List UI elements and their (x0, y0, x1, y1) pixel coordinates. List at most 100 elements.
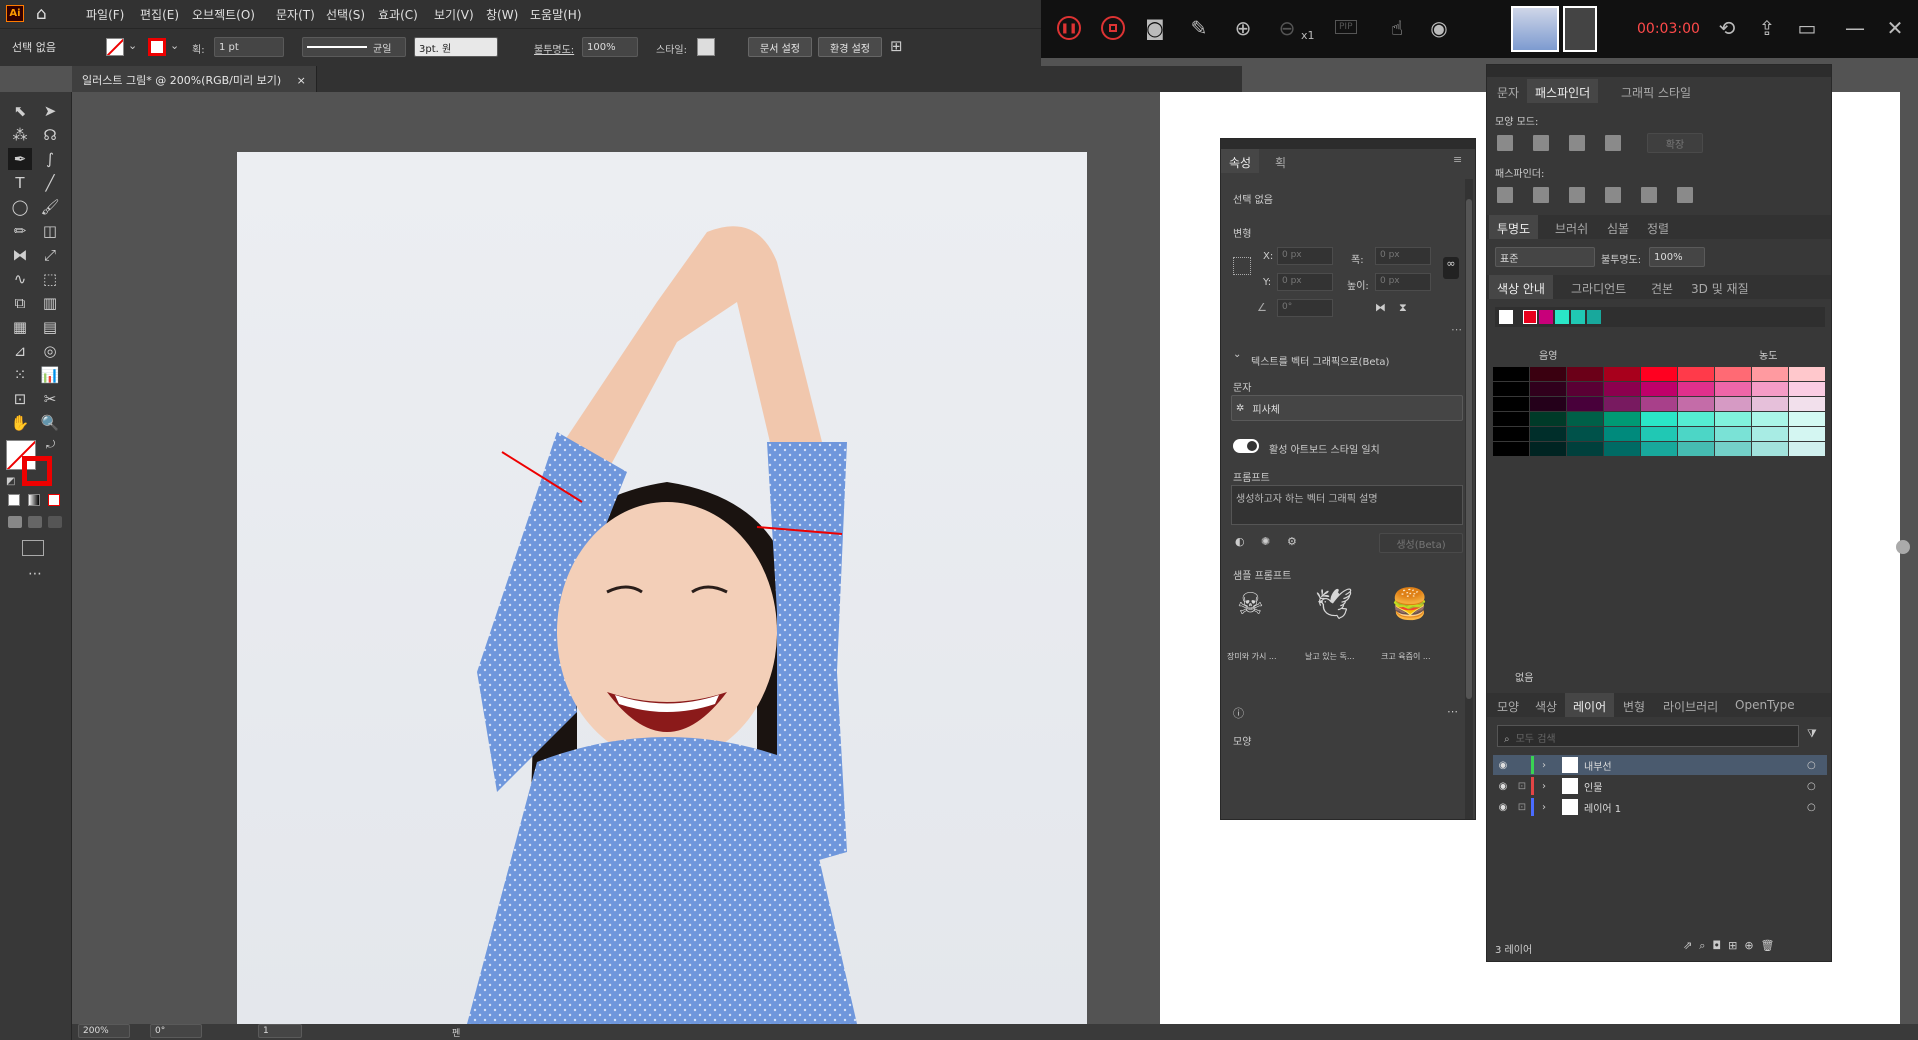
layer-row[interactable]: ◉ › 내부선 ○ (1493, 755, 1827, 775)
tab-graphic-styles[interactable]: 그래픽 스타일 (1613, 79, 1699, 103)
color-guide-swatch[interactable] (1567, 367, 1603, 381)
clip-mask-icon[interactable]: ◘ (1712, 939, 1721, 952)
target-icon[interactable]: ○ (1807, 760, 1827, 771)
width-field[interactable]: 0 px (1375, 247, 1431, 265)
color-guide-swatch[interactable] (1493, 442, 1529, 456)
color-guide-swatch[interactable] (1789, 427, 1825, 441)
color-guide-swatch[interactable] (1493, 427, 1529, 441)
reference-point-icon[interactable] (1233, 257, 1251, 275)
graph-tool-icon[interactable]: 📊 (38, 364, 62, 386)
color-guide-swatch[interactable] (1641, 397, 1677, 411)
color-guide-swatch[interactable] (1567, 412, 1603, 426)
menu-item[interactable]: 문자(T) (276, 6, 315, 23)
menu-item[interactable]: 선택(S) (326, 6, 365, 23)
color-guide-swatch[interactable] (1604, 442, 1640, 456)
loop-icon[interactable]: ⟲ (1713, 14, 1741, 42)
fill-swatch[interactable] (106, 38, 124, 56)
more-options-icon[interactable]: ⋯ (1451, 323, 1462, 336)
burger-sample-icon[interactable]: 🍔 (1391, 587, 1428, 622)
color-guide-swatch[interactable] (1604, 412, 1640, 426)
color-guide-swatch[interactable] (1641, 367, 1677, 381)
unite-icon[interactable] (1497, 135, 1513, 151)
crop-icon[interactable] (1605, 187, 1621, 203)
type-select[interactable]: ✲ 피사체 (1231, 395, 1463, 421)
gradient-tool-icon[interactable]: ▤ (38, 316, 62, 338)
tab-3d-materials[interactable]: 3D 및 재질 (1683, 275, 1757, 299)
swap-colors-icon[interactable]: ⤾ (46, 438, 55, 452)
tab-libraries[interactable]: 라이브러리 (1655, 693, 1726, 717)
color-guide-swatch[interactable] (1530, 367, 1566, 381)
webcam-preview[interactable] (1511, 6, 1559, 52)
menu-item[interactable]: 효과(C) (378, 6, 418, 23)
gradient-mode-icon[interactable] (28, 494, 40, 506)
tab-symbols[interactable]: 심볼 (1599, 215, 1637, 239)
export-icon[interactable]: ⇗ (1683, 939, 1692, 952)
color-guide-swatch[interactable] (1715, 382, 1751, 396)
mouse-effect-icon[interactable]: ☝ (1383, 14, 1411, 42)
color-guide-swatch[interactable] (1789, 412, 1825, 426)
color-guide-swatch[interactable] (1604, 382, 1640, 396)
lock-icon[interactable]: ⊡ (1513, 802, 1531, 813)
color-guide-swatch[interactable] (1678, 367, 1714, 381)
color-guide-swatch[interactable] (1493, 367, 1529, 381)
info-icon[interactable]: ⓘ (1233, 705, 1244, 721)
color-guide-swatch[interactable] (1567, 397, 1603, 411)
blend-tool-icon[interactable]: ◎ (38, 340, 62, 362)
close-tab-icon[interactable]: × (297, 74, 306, 87)
artboard[interactable] (237, 152, 1087, 1024)
camera-icon[interactable]: ◙ (1141, 14, 1169, 42)
hand-tool-icon[interactable]: ✋ (8, 412, 32, 434)
match-style-toggle[interactable] (1233, 439, 1259, 453)
tab-pathfinder[interactable]: 패스파인더 (1527, 79, 1599, 103)
tab-character[interactable]: 문자 (1489, 79, 1527, 103)
target-icon[interactable]: ○ (1807, 802, 1827, 813)
tab-swatches[interactable]: 견본 (1643, 275, 1681, 299)
close-icon[interactable]: ✕ (1881, 14, 1909, 42)
settings-icon[interactable]: ⚙ (1287, 535, 1297, 548)
tab-layers[interactable]: 레이어 (1565, 693, 1615, 717)
more-tools-icon[interactable]: ⋯ (28, 566, 42, 582)
new-sublayer-icon[interactable]: ⊞ (1728, 939, 1737, 952)
type-tool-icon[interactable]: T (8, 172, 32, 194)
menu-item[interactable]: 보기(V) (434, 6, 474, 23)
harmony-bar[interactable] (1495, 307, 1825, 327)
scale-tool-icon[interactable]: ⤢ (38, 244, 62, 266)
outline-icon[interactable] (1641, 187, 1657, 203)
layer-row[interactable]: ◉ ⊡ › 인물 ○ (1493, 776, 1827, 796)
color-guide-swatch[interactable] (1678, 397, 1714, 411)
color-guide-swatch[interactable] (1530, 427, 1566, 441)
color-guide-swatch[interactable] (1789, 397, 1825, 411)
color-guide-swatch[interactable] (1641, 412, 1677, 426)
fill-dropdown-icon[interactable]: ⌄ (128, 39, 137, 52)
style-picker-icon[interactable]: ◐ (1235, 535, 1245, 548)
harmony-swatch[interactable] (1523, 310, 1537, 324)
color-guide-swatch[interactable] (1493, 412, 1529, 426)
color-guide-swatch[interactable] (1752, 367, 1788, 381)
color-guide-swatch[interactable] (1530, 397, 1566, 411)
document-setup-button[interactable]: 문서 설정 (748, 37, 812, 57)
symbol-sprayer-icon[interactable]: ⁙ (8, 364, 32, 386)
slice-tool-icon[interactable]: ✂ (38, 388, 62, 410)
tab-properties[interactable]: 속성 (1221, 149, 1260, 173)
chevron-right-icon[interactable]: › (1542, 802, 1556, 813)
minus-front-icon[interactable] (1533, 135, 1549, 151)
panel-menu-icon[interactable]: ≡ (1453, 153, 1462, 166)
color-guide-swatch[interactable] (1641, 442, 1677, 456)
stroke-profile[interactable]: 균일 (302, 37, 406, 57)
zoom-select[interactable]: 200% (78, 1024, 130, 1038)
color-guide-swatch[interactable] (1530, 412, 1566, 426)
tab-transform[interactable]: 변형 (1615, 693, 1653, 717)
color-guide-swatch[interactable] (1715, 367, 1751, 381)
stop-icon[interactable] (1101, 16, 1125, 40)
style-swatch[interactable] (697, 38, 715, 56)
x-field[interactable]: 0 px (1277, 247, 1333, 265)
tab-brushes[interactable]: 브러쉬 (1547, 215, 1596, 239)
color-guide-swatch[interactable] (1530, 442, 1566, 456)
color-guide-swatch[interactable] (1752, 412, 1788, 426)
color-guide-grid[interactable] (1493, 367, 1827, 457)
layer-name[interactable]: 인물 (1584, 779, 1807, 794)
color-guide-swatch[interactable] (1567, 427, 1603, 441)
layers-search-input[interactable]: ⌕ 모두 검색 (1497, 725, 1799, 747)
chevron-down-icon[interactable]: ⌄ (1233, 349, 1241, 360)
color-guide-swatch[interactable] (1678, 412, 1714, 426)
